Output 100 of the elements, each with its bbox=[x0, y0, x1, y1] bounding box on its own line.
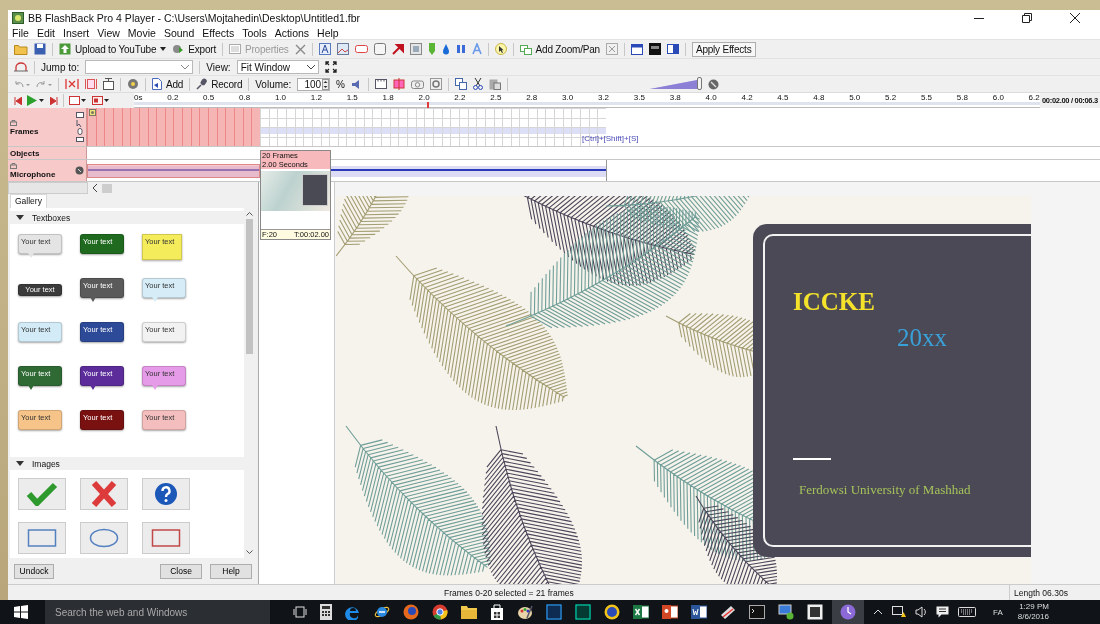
blur-tool-icon[interactable] bbox=[441, 43, 450, 55]
microphone-icon[interactable] bbox=[75, 166, 84, 175]
zoom-frames-icon[interactable] bbox=[519, 43, 532, 55]
track-header[interactable]: Microphone bbox=[8, 160, 87, 181]
paste-icon[interactable] bbox=[489, 78, 501, 90]
jump-to-field[interactable] bbox=[85, 60, 194, 74]
app-tile-icon[interactable] bbox=[575, 604, 591, 620]
section-header[interactable]: Images bbox=[10, 457, 244, 470]
view-dropdown[interactable]: Fit Window bbox=[236, 60, 319, 74]
rectangle-image[interactable] bbox=[142, 522, 190, 554]
cursor-tool-icon[interactable] bbox=[494, 43, 507, 55]
panel-button[interactable]: Undock bbox=[14, 563, 54, 579]
search-field[interactable]: Search the web and Windows bbox=[45, 600, 270, 624]
menu-item[interactable]: File bbox=[12, 26, 29, 39]
camera-icon[interactable] bbox=[411, 79, 424, 89]
image-tool-icon[interactable] bbox=[336, 43, 349, 55]
frame-size-icon[interactable] bbox=[92, 95, 110, 106]
time-ruler[interactable]: 0s 0.2 0.5 0.8 1.0 1.2 1.5 1.8 2.0 2.2 2.5 2.8 3.0 3.2 3.5 3.8 4.0 4.2 4.5 4.8 5.0 5.2 5.5 5.8 6.0 6.2 bbox=[134, 93, 1040, 108]
menu-item[interactable]: Edit bbox=[36, 26, 55, 39]
microphone-icon[interactable] bbox=[196, 78, 208, 90]
expand-arrow-icon[interactable] bbox=[16, 214, 24, 221]
mouse-icon[interactable] bbox=[76, 127, 84, 135]
speaker-icon[interactable] bbox=[915, 606, 927, 618]
record-button[interactable]: Record bbox=[196, 78, 243, 90]
play-icon[interactable] bbox=[27, 95, 45, 106]
gear-icon[interactable] bbox=[430, 78, 442, 90]
split-frame-icon[interactable] bbox=[393, 78, 405, 90]
menu-item[interactable]: Help bbox=[317, 26, 339, 39]
input-language[interactable]: FA bbox=[993, 607, 1003, 617]
last-frame-icon[interactable] bbox=[50, 96, 58, 105]
apply-effects-button[interactable]: Apply Effects bbox=[691, 41, 756, 57]
menu-item[interactable]: View bbox=[97, 26, 120, 39]
add-media-icon[interactable] bbox=[152, 78, 162, 90]
start-button[interactable] bbox=[14, 605, 28, 619]
first-frame-icon[interactable] bbox=[14, 96, 22, 105]
cross-image[interactable] bbox=[80, 478, 128, 510]
keyboard-icon[interactable] bbox=[76, 135, 84, 143]
rectangle-tool-icon[interactable] bbox=[354, 44, 368, 54]
mute-icon[interactable] bbox=[708, 78, 719, 90]
frame-tool-icon[interactable] bbox=[409, 43, 422, 55]
panel-button[interactable]: Help bbox=[210, 563, 252, 579]
chrome-icon[interactable] bbox=[432, 604, 448, 620]
crop-frames-icon[interactable] bbox=[85, 79, 97, 89]
coin-icon[interactable] bbox=[604, 604, 620, 620]
delete-frames-icon[interactable] bbox=[65, 79, 79, 89]
text-tool-icon[interactable] bbox=[318, 43, 331, 55]
window-icon[interactable] bbox=[630, 43, 643, 55]
paint-palette-icon[interactable] bbox=[517, 604, 533, 620]
menu-item[interactable]: Tools bbox=[242, 26, 267, 39]
disc-icon[interactable] bbox=[127, 78, 139, 90]
firefox-icon[interactable] bbox=[403, 604, 419, 620]
menu-item[interactable]: Insert bbox=[63, 26, 90, 39]
expand-arrow-icon[interactable] bbox=[16, 460, 24, 467]
document-icon[interactable] bbox=[691, 604, 707, 620]
playhead-marker[interactable] bbox=[426, 102, 429, 108]
menu-item[interactable]: Actions bbox=[274, 26, 310, 39]
add-button[interactable]: Add bbox=[152, 78, 184, 90]
calculator-icon[interactable] bbox=[320, 604, 332, 620]
film-icon[interactable] bbox=[375, 79, 387, 89]
volume-spinner[interactable]: 100 bbox=[297, 77, 331, 91]
caret-icon[interactable] bbox=[160, 47, 167, 51]
cut-icon[interactable] bbox=[473, 78, 483, 90]
menu-item[interactable]: Sound bbox=[163, 26, 195, 39]
fullscreen-icon[interactable] bbox=[324, 61, 337, 73]
rectangle-image[interactable] bbox=[18, 522, 66, 554]
ellipse-image[interactable] bbox=[80, 522, 128, 554]
scrollbar-track[interactable] bbox=[8, 182, 88, 194]
menu-item[interactable]: Effects bbox=[202, 26, 235, 39]
slider-thumb[interactable] bbox=[696, 77, 702, 90]
export-button[interactable]: Export bbox=[172, 43, 216, 55]
restore-button[interactable] bbox=[1022, 13, 1032, 23]
app-tile-icon[interactable] bbox=[546, 604, 562, 620]
clock-app-button[interactable] bbox=[832, 600, 864, 624]
loop-icon[interactable] bbox=[14, 62, 28, 72]
insert-frame-icon[interactable] bbox=[103, 78, 114, 90]
track-header[interactable]: Objects bbox=[8, 147, 87, 159]
question-image[interactable] bbox=[142, 478, 190, 510]
terminal-icon[interactable] bbox=[749, 605, 765, 619]
photo-frame-icon[interactable] bbox=[807, 604, 823, 620]
section-header[interactable]: Textboxes bbox=[10, 211, 244, 224]
track-header[interactable]: Frames bbox=[8, 108, 87, 146]
upload-button[interactable]: Upload to YouTube bbox=[59, 43, 167, 55]
export-icon[interactable] bbox=[172, 43, 185, 55]
pause-tool-icon[interactable] bbox=[455, 43, 466, 55]
selected-audio[interactable] bbox=[87, 164, 260, 178]
save-icon[interactable] bbox=[34, 43, 46, 55]
video-clip-icon[interactable] bbox=[648, 43, 661, 55]
folder-icon[interactable] bbox=[461, 605, 477, 619]
scrollbar-thumb[interactable] bbox=[102, 183, 112, 193]
network-computer-icon[interactable] bbox=[778, 604, 794, 620]
checkmark-image[interactable] bbox=[18, 478, 66, 510]
keyframe-marker-icon[interactable] bbox=[89, 109, 96, 116]
lock-icon[interactable] bbox=[10, 118, 17, 126]
spreadsheet-icon[interactable] bbox=[633, 604, 649, 620]
notification-icon[interactable] bbox=[936, 606, 949, 618]
upload-arrow-icon[interactable] bbox=[59, 43, 71, 55]
clock-time[interactable]: 1:29 PM bbox=[1019, 602, 1049, 612]
clock-icon[interactable] bbox=[840, 604, 856, 620]
spinner-arrows-icon[interactable] bbox=[322, 78, 330, 90]
menu-item[interactable]: Movie bbox=[127, 26, 156, 39]
